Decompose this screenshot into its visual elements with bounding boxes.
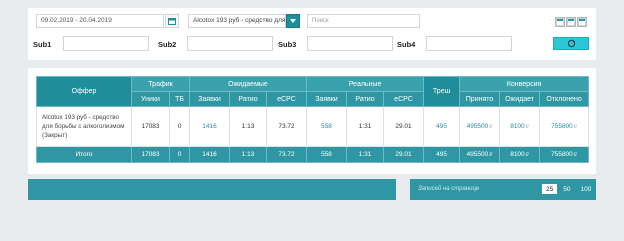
pagination-bar	[28, 179, 396, 200]
sub2-label: Sub2	[158, 40, 177, 49]
calendar-icon	[168, 18, 176, 25]
offer-select-toggle[interactable]	[286, 14, 300, 28]
refresh-icon	[567, 39, 575, 48]
col-real-requests[interactable]: Заявки	[306, 91, 348, 107]
list-view-button[interactable]	[566, 17, 576, 27]
total-accepted: 495500	[466, 151, 489, 158]
search-input[interactable]: Поиск	[307, 14, 420, 28]
total-pending-cell: 8100₽	[499, 146, 541, 163]
col-uniques[interactable]: Уники	[131, 91, 170, 107]
total-uniques: 17083	[131, 146, 170, 163]
grid-view-icon	[557, 19, 563, 25]
sub4-input[interactable]	[426, 36, 512, 51]
row-exp-requests[interactable]: 1416	[189, 106, 230, 147]
page-size-100[interactable]: 100	[576, 184, 596, 194]
total-accepted-cell: 495500₽	[459, 146, 501, 163]
row-pending-cell[interactable]: 8100₽	[499, 106, 541, 147]
grid-view-button[interactable]	[555, 17, 565, 27]
currency-sign: ₽	[525, 152, 529, 158]
table-row: Alcotox 193 руб - средство для борьбы с …	[36, 106, 590, 147]
col-rejected[interactable]: Отклонено	[539, 91, 590, 107]
currency-sign: ₽	[489, 152, 493, 158]
group-traffic: Трафик	[131, 76, 190, 92]
refresh-button[interactable]	[553, 37, 589, 50]
sub4-label: Sub4	[397, 40, 416, 49]
table-view-button[interactable]	[577, 17, 587, 27]
row-real-ecpc: 29.01	[383, 106, 425, 147]
group-expected: Ожидаемые	[188, 76, 308, 92]
row-exp-ecpc: 73.72	[265, 106, 308, 147]
total-tresh: 495	[423, 146, 461, 163]
total-rejected-cell: 755800₽	[539, 146, 590, 163]
col-real-ecpc[interactable]: eCPC	[383, 91, 425, 107]
col-exp-ecpc[interactable]: eCPC	[265, 91, 308, 107]
sub3-input[interactable]	[307, 36, 393, 51]
row-tresh[interactable]: 495	[423, 106, 461, 147]
offer-select[interactable]: Alcotox 193 руб - средство для б...	[188, 14, 286, 28]
row-rejected: 755800	[551, 123, 573, 130]
row-accepted: 495500	[466, 123, 489, 130]
total-exp-ecpc: 73.72	[265, 146, 308, 163]
filter-panel: 09.02.2019 - 20.04.2019 Alcotox 193 руб …	[28, 8, 596, 60]
page-size-50[interactable]: 50	[559, 184, 575, 194]
col-offer[interactable]: Оффер	[36, 76, 132, 107]
currency-sign: ₽	[489, 124, 493, 130]
col-accepted[interactable]: Принято	[459, 91, 501, 107]
chevron-down-icon	[290, 19, 296, 23]
view-switcher	[555, 17, 587, 27]
sub2-input[interactable]	[187, 36, 273, 51]
list-view-icon	[568, 19, 574, 25]
col-pending[interactable]: Ожидает	[499, 91, 541, 107]
currency-sign: ₽	[573, 152, 577, 158]
col-exp-requests[interactable]: Заявки	[189, 91, 230, 107]
currency-sign: ₽	[525, 124, 529, 130]
calendar-button[interactable]	[165, 14, 179, 28]
currency-sign: ₽	[573, 124, 577, 130]
page-size-options: 25 50 100	[542, 184, 596, 194]
total-exp-ratio: 1:13	[229, 146, 267, 163]
total-tb: 0	[169, 146, 190, 163]
total-real-ratio: 1:31	[346, 146, 385, 163]
total-pending: 8100	[510, 151, 525, 158]
col-tb[interactable]: ТБ	[169, 91, 190, 107]
stats-table: Оффер Трафик Ожидаемые Реальные Треш Кон…	[36, 76, 590, 163]
sub1-input[interactable]	[63, 36, 149, 51]
total-real-ecpc: 29.01	[383, 146, 425, 163]
col-exp-ratio[interactable]: Ратио	[229, 91, 267, 107]
col-tresh[interactable]: Треш	[423, 76, 461, 107]
row-rejected-cell[interactable]: 755800₽	[539, 106, 590, 147]
table-view-icon	[579, 19, 585, 25]
row-uniques: 17083	[131, 106, 170, 147]
date-range-input[interactable]: 09.02.2019 - 20.04.2019	[36, 14, 164, 28]
row-accepted-cell[interactable]: 495500₽	[459, 106, 501, 147]
total-rejected: 755800	[551, 151, 573, 158]
total-row: Итого 17083 0 1416 1:13 73.72 558 1:31 2…	[36, 146, 590, 163]
row-real-requests[interactable]: 558	[306, 106, 348, 147]
group-conversion: Конверсия	[459, 76, 590, 92]
page-size-25[interactable]: 25	[542, 184, 558, 194]
sub1-label: Sub1	[33, 40, 52, 49]
stats-panel: Оффер Трафик Ожидаемые Реальные Треш Кон…	[28, 68, 596, 174]
total-label: Итого	[36, 146, 132, 163]
sub3-label: Sub3	[278, 40, 297, 49]
total-exp-requests: 1416	[189, 146, 230, 163]
row-real-ratio: 1:31	[346, 106, 385, 147]
row-exp-ratio: 1:13	[229, 106, 267, 147]
page-size-label: Записей на странице	[418, 186, 480, 192]
row-offer[interactable]: Alcotox 193 руб - средство для борьбы с …	[36, 106, 132, 147]
col-real-ratio[interactable]: Ратио	[346, 91, 385, 107]
total-real-requests: 558	[306, 146, 348, 163]
page-size-selector: Записей на странице 25 50 100	[410, 179, 596, 200]
row-pending: 8100	[510, 123, 525, 130]
row-tb: 0	[169, 106, 190, 147]
group-real: Реальные	[306, 76, 425, 92]
